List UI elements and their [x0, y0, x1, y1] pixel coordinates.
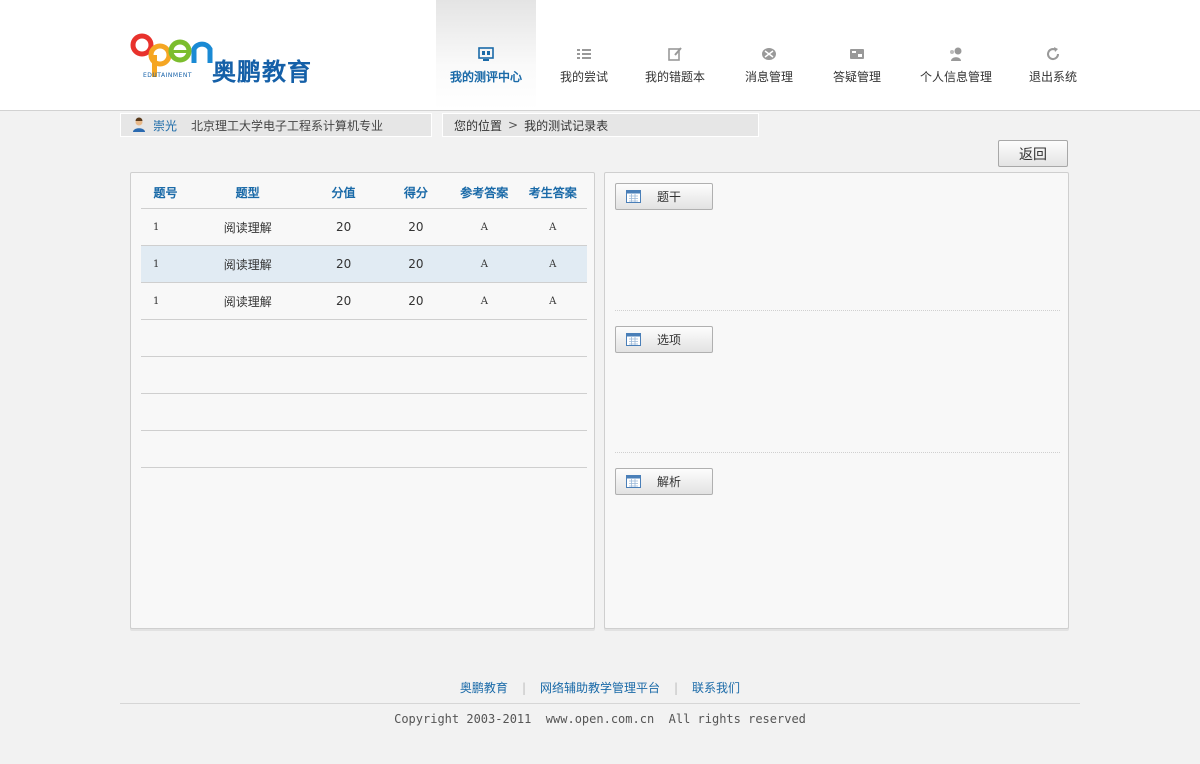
footer-separator: | [674, 680, 679, 695]
cell-student-answer: A [549, 221, 557, 233]
back-button[interactable]: 返回 [998, 140, 1068, 167]
header-student-answer: 考生答案 [528, 186, 577, 200]
footer-links: 奥鹏教育 | 网络辅助教学管理平台 | 联系我们 [0, 679, 1200, 696]
chevron-right-icon: > [508, 118, 519, 132]
question-detail-panel: 题干 选项 解析 [604, 172, 1069, 629]
footer-divider [120, 703, 1080, 704]
cell-number: 1 [153, 295, 160, 307]
footer-link-platform[interactable]: 网络辅助教学管理平台 [540, 679, 660, 696]
nav-label: 我的错题本 [644, 70, 705, 84]
cell-student-answer: A [549, 295, 557, 307]
header-points: 分值 [331, 186, 356, 200]
nav-item-mistakes[interactable]: 我的错题本 [632, 0, 718, 110]
section-divider [615, 310, 1060, 311]
nav-label: 我的尝试 [559, 70, 608, 84]
table-row[interactable]: 1 阅读理解 20 20 A A [141, 283, 587, 320]
user-department: 北京理工大学电子工程系计算机专业 [191, 118, 384, 133]
empty-row [141, 357, 587, 394]
cell-reference-answer: A [480, 221, 488, 233]
nav-label: 我的测评中心 [449, 70, 522, 84]
nav-item-qa[interactable]: 答疑管理 [820, 0, 894, 110]
user-icon [950, 47, 962, 61]
cell-reference-answer: A [480, 295, 488, 307]
cell-score: 20 [408, 220, 424, 234]
nav-label: 退出系统 [1028, 70, 1077, 84]
cell-reference-answer: A [480, 258, 488, 270]
header-number: 题号 [153, 186, 178, 200]
options-section-button[interactable]: 选项 [615, 326, 713, 353]
assessment-icon [478, 47, 494, 61]
empty-row [141, 394, 587, 431]
analysis-section-button[interactable]: 解析 [615, 468, 713, 495]
list-icon [577, 49, 591, 59]
nav-item-assessment[interactable]: 我的测评中心 [436, 0, 536, 110]
results-table: 题号 题型 分值 得分 参考答案 考生答案 1 阅读理解 20 20 A A 1… [141, 177, 587, 468]
table-header: 题号 题型 分值 得分 参考答案 考生答案 [141, 177, 587, 209]
section-label: 题干 [657, 190, 682, 204]
header-reference-answer: 参考答案 [460, 186, 509, 200]
cell-points: 20 [335, 294, 352, 308]
nav-label: 答疑管理 [832, 70, 881, 84]
cell-score: 20 [408, 294, 424, 308]
calendar-icon [626, 190, 641, 203]
section-divider [615, 452, 1060, 453]
empty-row [141, 431, 587, 468]
logo-subtitle: EDUTAINMENT [143, 72, 192, 79]
cell-student-answer: A [549, 258, 557, 270]
calendar-icon [626, 475, 641, 488]
header-type: 题型 [235, 186, 260, 200]
section-label: 解析 [657, 475, 682, 489]
copyright: Copyright 2003-2011 www.open.com.cn All … [394, 712, 806, 726]
user-avatar-icon [133, 117, 145, 132]
table-row[interactable]: 1 阅读理解 20 20 A A [141, 209, 587, 246]
nav-item-profile[interactable]: 个人信息管理 [894, 0, 1018, 110]
cell-type: 阅读理解 [223, 257, 272, 272]
cell-points: 20 [335, 257, 352, 271]
footer-link-contact[interactable]: 联系我们 [692, 679, 740, 696]
edit-icon [668, 47, 682, 61]
nav-label: 个人信息管理 [919, 70, 992, 84]
cell-number: 1 [153, 221, 160, 233]
brand-name: 奥鹏教育 [212, 58, 312, 86]
calendar-icon [626, 333, 641, 346]
results-panel: 题号 题型 分值 得分 参考答案 考生答案 1 阅读理解 20 20 A A 1… [130, 172, 595, 629]
nav-item-logout[interactable]: 退出系统 [1018, 0, 1088, 110]
main-nav: 我的测评中心 我的尝试 我的错题本 消息管理 答疑管理 个人信息管理 退出系统 [436, 0, 1088, 110]
qa-icon [850, 49, 864, 59]
nav-label: 消息管理 [744, 70, 793, 84]
nav-item-attempts[interactable]: 我的尝试 [536, 0, 632, 110]
breadcrumb-prefix: 您的位置 [454, 118, 503, 133]
header-score: 得分 [403, 186, 428, 200]
nav-item-messages[interactable]: 消息管理 [718, 0, 820, 110]
section-label: 选项 [657, 333, 682, 347]
footer-separator: | [521, 680, 526, 695]
cell-score: 20 [408, 257, 424, 271]
breadcrumb-current: 我的测试记录表 [524, 118, 609, 133]
site-header: EDUTAINMENT 奥鹏教育 我的测评中心 我的尝试 我的错题本 消息管理 … [0, 0, 1200, 111]
breadcrumb: 您的位置 > 我的测试记录表 [442, 113, 759, 137]
refresh-icon [1047, 47, 1060, 61]
cell-points: 20 [335, 220, 352, 234]
user-info-bar: 崇光 北京理工大学电子工程系计算机专业 [120, 113, 432, 137]
cell-number: 1 [153, 258, 160, 270]
user-name[interactable]: 崇光 [153, 117, 177, 134]
empty-row [141, 320, 587, 357]
cell-type: 阅读理解 [223, 294, 272, 309]
stem-section-button[interactable]: 题干 [615, 183, 713, 210]
table-row[interactable]: 1 阅读理解 20 20 A A [141, 246, 587, 283]
message-icon [762, 48, 776, 60]
footer-link-home[interactable]: 奥鹏教育 [460, 679, 508, 696]
cell-type: 阅读理解 [223, 220, 272, 235]
